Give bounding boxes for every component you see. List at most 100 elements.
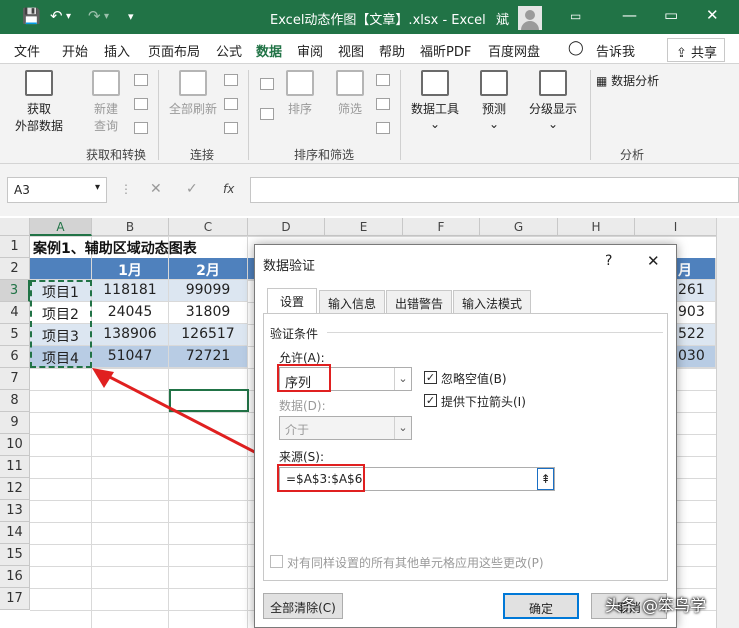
table-header-cell[interactable]: 2月 <box>169 258 248 280</box>
apply-to-all-checkbox[interactable] <box>270 555 283 568</box>
tab-input-message[interactable]: 输入信息 <box>319 290 385 314</box>
reapply-filter-icon[interactable] <box>376 98 390 110</box>
table-cell[interactable]: 522 <box>676 324 716 346</box>
redo-icon[interactable]: ↷ <box>88 7 101 25</box>
table-cell[interactable]: 118181 <box>92 280 169 302</box>
column-header[interactable]: B <box>92 218 169 236</box>
ok-button[interactable]: 确定 <box>503 593 579 619</box>
undo-icon[interactable]: ↶ <box>50 7 63 25</box>
row-header[interactable]: 13 <box>0 500 30 522</box>
edit-links-icon[interactable] <box>224 122 238 134</box>
show-queries-icon[interactable] <box>134 74 148 86</box>
advanced-filter-icon[interactable] <box>376 122 390 134</box>
table-cell[interactable]: 99099 <box>169 280 248 302</box>
avatar[interactable] <box>518 6 542 30</box>
enter-icon[interactable]: ✓ <box>186 181 198 197</box>
column-header[interactable]: D <box>248 218 325 236</box>
vertical-scrollbar[interactable] <box>716 218 739 628</box>
forecast-button[interactable]: 预测 ⌄ <box>474 70 514 131</box>
collapse-dialog-icon[interactable]: ⇞ <box>537 468 554 490</box>
tab-help[interactable]: 帮助 <box>379 41 405 60</box>
row-header[interactable]: 1 <box>0 236 30 258</box>
column-header[interactable]: A <box>30 218 92 236</box>
row-header[interactable]: 14 <box>0 522 30 544</box>
cancel-icon[interactable]: ✕ <box>150 181 162 197</box>
tab-page-layout[interactable]: 页面布局 <box>148 41 200 60</box>
sort-az-icon[interactable] <box>260 78 274 90</box>
chevron-down-icon[interactable]: ▾ <box>95 182 100 193</box>
undo-dropdown-icon[interactable]: ▾ <box>66 11 71 22</box>
maximize-button[interactable]: ▭ <box>664 6 678 24</box>
ribbon-display-options-icon[interactable]: ▭ <box>570 9 581 23</box>
row-header[interactable]: 7 <box>0 368 30 390</box>
minimize-button[interactable]: — <box>622 6 637 24</box>
table-header-cell[interactable]: 月 <box>676 258 716 280</box>
clear-filter-icon[interactable] <box>376 74 390 86</box>
tab-foxit-pdf[interactable]: 福昕PDF <box>420 41 471 60</box>
tell-me-search[interactable]: 告诉我 <box>596 41 635 60</box>
row-header[interactable]: 5 <box>0 324 30 346</box>
row-header[interactable]: 6 <box>0 346 30 368</box>
close-button[interactable]: ✕ <box>706 6 719 24</box>
column-header[interactable]: E <box>325 218 403 236</box>
recent-sources-icon[interactable] <box>134 122 148 134</box>
tab-error-alert[interactable]: 出错警告 <box>386 290 452 314</box>
tab-review[interactable]: 审阅 <box>297 41 323 60</box>
save-icon[interactable]: 💾 <box>22 7 41 25</box>
table-header-cell[interactable] <box>30 258 92 280</box>
table-cell[interactable]: 126517 <box>169 324 248 346</box>
tab-data[interactable]: 数据 <box>256 41 283 68</box>
table-cell[interactable]: 31809 <box>169 302 248 324</box>
customize-toolbar-icon[interactable]: ▾ <box>128 10 134 23</box>
in-cell-dropdown-checkbox[interactable]: ✓ <box>424 394 437 407</box>
connections-icon[interactable] <box>224 74 238 86</box>
redo-dropdown-icon[interactable]: ▾ <box>104 11 109 22</box>
outline-button[interactable]: 分级显示 ⌄ <box>524 70 582 131</box>
insert-function-icon[interactable]: fx <box>223 182 234 196</box>
row-header[interactable]: 16 <box>0 566 30 588</box>
sort-button[interactable]: 排序 <box>282 70 318 117</box>
row-header[interactable]: 17 <box>0 588 30 610</box>
name-box[interactable]: A3 ▾ <box>7 177 107 203</box>
row-header[interactable]: 11 <box>0 456 30 478</box>
tab-ime-mode[interactable]: 输入法模式 <box>453 290 531 314</box>
tab-settings[interactable]: 设置 <box>267 288 317 314</box>
data-operator-select[interactable]: 介于 ⌄ <box>279 416 412 440</box>
column-header[interactable]: C <box>169 218 248 236</box>
share-button[interactable]: ⇪ 共享 <box>667 38 725 62</box>
tab-formulas[interactable]: 公式 <box>216 41 242 60</box>
new-query-button[interactable]: 新建 查询 <box>82 70 130 134</box>
row-header[interactable]: 10 <box>0 434 30 456</box>
refresh-all-button[interactable]: 全部刷新 <box>164 70 222 117</box>
filter-button[interactable]: 筛选 <box>332 70 368 117</box>
get-external-data-button[interactable]: 获取 外部数据 <box>8 70 70 134</box>
table-cell[interactable]: 030 <box>676 346 716 368</box>
row-header[interactable]: 8 <box>0 390 30 412</box>
column-header[interactable]: G <box>480 218 558 236</box>
help-button[interactable]: ? <box>605 253 612 269</box>
row-header[interactable]: 9 <box>0 412 30 434</box>
column-header[interactable]: I <box>635 218 717 236</box>
formula-input[interactable] <box>250 177 739 203</box>
ignore-blank-checkbox[interactable]: ✓ <box>424 371 437 384</box>
data-analysis-button[interactable]: ▦ 数据分析 <box>596 72 670 89</box>
row-header[interactable]: 12 <box>0 478 30 500</box>
row-header[interactable]: 15 <box>0 544 30 566</box>
from-table-icon[interactable] <box>134 98 148 110</box>
tab-baidu-netdisk[interactable]: 百度网盘 <box>488 41 540 60</box>
row-header[interactable]: 4 <box>0 302 30 324</box>
sort-za-icon[interactable] <box>260 108 274 120</box>
table-cell[interactable]: 24045 <box>92 302 169 324</box>
dialog-close-button[interactable]: ✕ <box>647 252 660 270</box>
column-header[interactable]: F <box>403 218 480 236</box>
row-header[interactable]: 3 <box>0 280 30 302</box>
table-header-cell[interactable]: 1月 <box>92 258 169 280</box>
row-header[interactable]: 2 <box>0 258 30 280</box>
tab-file[interactable]: 文件 <box>14 41 40 60</box>
tab-view[interactable]: 视图 <box>338 41 364 60</box>
table-cell[interactable]: 138906 <box>92 324 169 346</box>
select-all-corner[interactable] <box>0 218 30 236</box>
properties-icon[interactable] <box>224 98 238 110</box>
tab-insert[interactable]: 插入 <box>104 41 130 60</box>
column-header[interactable]: H <box>558 218 635 236</box>
